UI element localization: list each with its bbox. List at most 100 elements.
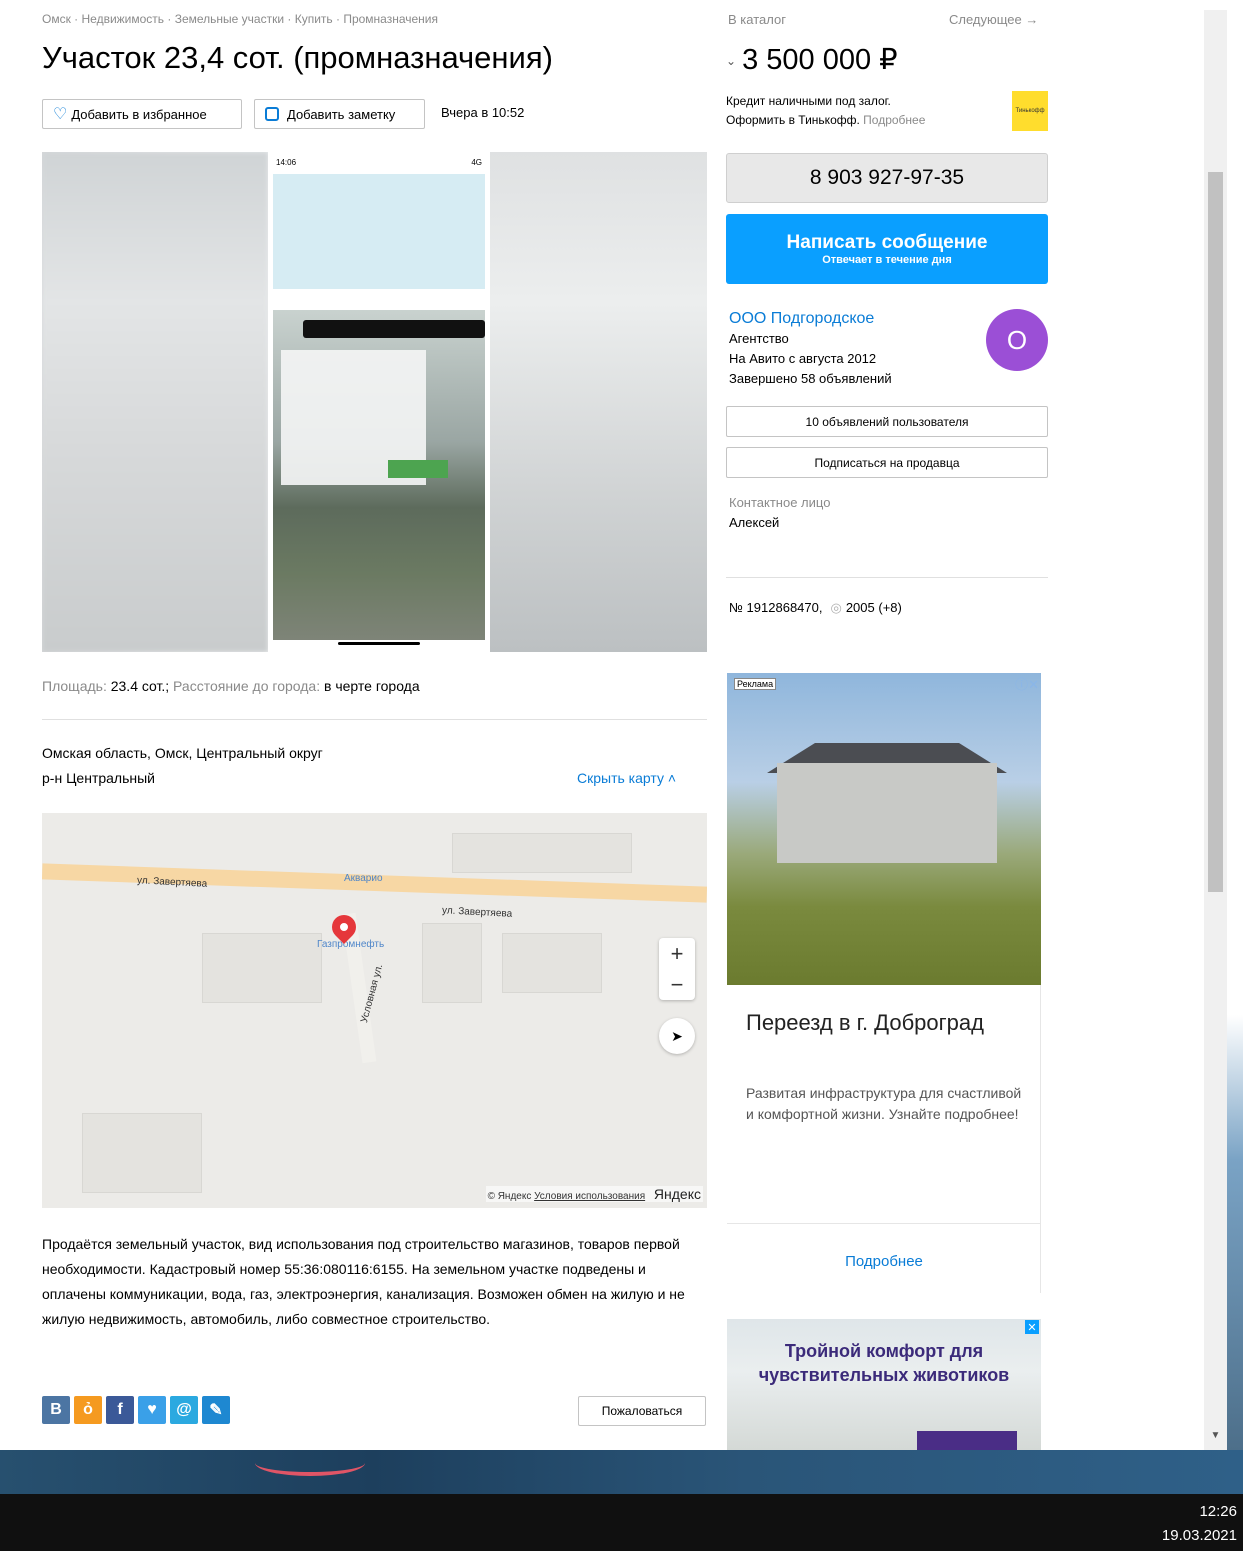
scrollbar[interactable]: ▼ <box>1204 10 1227 1450</box>
address-line-1: Омская область, Омск, Центральный округ <box>42 745 323 761</box>
ad-badge: Реклама <box>734 678 777 690</box>
desktop-swoosh <box>255 1450 365 1476</box>
user-ads-button[interactable]: 10 объявлений пользователя <box>726 406 1048 437</box>
credit-offer[interactable]: Кредит наличными под залог. Оформить в Т… <box>726 92 925 130</box>
ad2-product-image <box>917 1431 1017 1450</box>
gallery-blur-left <box>42 152 268 652</box>
credit-line-2: Оформить в Тинькофф. <box>726 113 860 127</box>
zoom-in-button[interactable]: + <box>671 941 684 967</box>
mail-share-button[interactable]: @ <box>170 1396 198 1424</box>
gallery-main-photo[interactable]: 14:06 4G <box>268 152 490 652</box>
ad-title[interactable]: Переезд в г. Доброград <box>746 1006 1026 1040</box>
facebook-share-button[interactable]: f <box>106 1396 134 1424</box>
write-message-button[interactable]: Написать сообщение Отвечает в течение дн… <box>726 214 1048 284</box>
map-building <box>502 933 602 993</box>
map-zoom-control[interactable]: + − <box>659 938 695 1000</box>
vk-share-button[interactable]: В <box>42 1396 70 1424</box>
yandex-map[interactable]: ул. Завертяева ул. Завертяева Условная у… <box>42 813 707 1208</box>
add-note-label: Добавить заметку <box>287 106 396 122</box>
distance-label: Расстояние до города: <box>173 678 321 694</box>
desktop-edge <box>1227 0 1243 1450</box>
desktop-background <box>0 1450 1243 1494</box>
photo-gallery[interactable]: 14:06 4G <box>42 152 707 652</box>
chevron-down-icon[interactable]: ⌄ <box>726 54 736 68</box>
catalog-link[interactable]: В каталог <box>728 12 786 27</box>
yandex-logo[interactable]: Яндекс <box>654 1186 701 1202</box>
show-phone-button[interactable]: 8 903 927-97-35 <box>726 153 1048 203</box>
credit-more-link[interactable]: Подробнее <box>863 113 925 127</box>
map-building <box>202 933 322 1003</box>
map-poi-label[interactable]: Газпромнефть <box>317 939 384 950</box>
phone-toolbar <box>303 320 485 338</box>
phone-info-panel <box>273 174 485 289</box>
ad2-title[interactable]: Тройной комфорт для чувствительных живот… <box>727 1339 1041 1387</box>
phone-green-button <box>388 460 448 478</box>
contact-person-label: Контактное лицо <box>729 495 831 510</box>
clock-date: 19.03.2021 <box>1161 1527 1237 1544</box>
area-value: 23.4 сот. <box>110 678 166 694</box>
ad2-close-icon[interactable]: ✕ <box>1025 1320 1039 1334</box>
taskbar-clock[interactable]: 12:26 19.03.2021 <box>1162 1500 1237 1548</box>
complain-button[interactable]: Пожаловаться <box>578 1396 706 1426</box>
ad-text: Развитая инфраструктура для счастливой и… <box>746 1085 1022 1122</box>
contact-person-name: Алексей <box>729 515 780 530</box>
map-building <box>452 833 632 873</box>
phone-status-bar: 14:06 4G <box>268 152 490 172</box>
ad-number: № 1912868470, ◎ 2005 (+8) <box>729 600 902 616</box>
phone-time: 14:06 <box>276 158 297 167</box>
ad-house <box>777 763 997 863</box>
breadcrumb[interactable]: Омск · Недвижимость · Земельные участки … <box>42 12 438 26</box>
scroll-down-icon[interactable]: ▼ <box>1204 1425 1227 1445</box>
add-favorite-label: Добавить в избранное <box>71 106 207 122</box>
subscribe-seller-button[interactable]: Подписаться на продавца <box>726 447 1048 478</box>
locate-icon[interactable]: ➤ <box>659 1018 695 1054</box>
divider <box>727 1223 1041 1224</box>
divider <box>726 577 1048 578</box>
map-copyright: © Яндекс Условия использования Яндекс <box>485 1186 703 1202</box>
area-label: Площадь: <box>42 678 107 694</box>
seller-name-link[interactable]: ООО Подгородское <box>729 310 874 328</box>
divider <box>42 719 707 720</box>
lj-icon[interactable]: ✎ <box>202 1396 230 1424</box>
views-count: 2005 (+8) <box>845 600 902 615</box>
heart-icon: ♡ <box>53 106 68 123</box>
map-street-label: ул. Завертяева <box>136 875 208 890</box>
taskbar <box>0 1494 1243 1551</box>
eye-icon: ◎ <box>830 600 842 615</box>
add-favorite-button[interactable]: ♡ Добавить в избранное <box>42 99 242 129</box>
ad-number-value: № 1912868470, <box>729 600 823 615</box>
clock-time: 12:26 <box>1199 1503 1237 1520</box>
gallery-blur-right <box>489 152 707 652</box>
hide-map-link[interactable]: Скрыть карту ˄ <box>577 770 676 786</box>
note-icon <box>265 107 279 121</box>
phone-signal: 4G <box>471 158 482 167</box>
avatar[interactable]: О <box>986 309 1048 371</box>
ok-icon[interactable]: ỏ <box>74 1396 102 1424</box>
next-link[interactable]: Следующее → <box>949 12 1038 27</box>
seller-completed-ads: Завершено 58 объявлений <box>729 371 892 386</box>
seller-since: На Авито с августа 2012 <box>729 351 877 366</box>
map-building <box>422 923 482 1003</box>
scrollbar-thumb[interactable] <box>1208 172 1223 892</box>
advertisement-block-2[interactable]: Тройной комфорт для чувствительных живот… <box>727 1319 1041 1450</box>
map-street-label: ул. Завертяева <box>441 905 513 920</box>
zoom-out-button[interactable]: − <box>671 972 684 998</box>
share-buttons: В ỏ f ♥ @ ✎ <box>42 1396 230 1424</box>
phone-home-indicator <box>338 642 420 645</box>
price-value: 3 500 000 ₽ <box>742 44 898 76</box>
add-note-button[interactable]: Добавить заметку <box>254 99 425 129</box>
tinkoff-logo[interactable]: Тинькофф <box>1012 91 1048 131</box>
ad-more-link[interactable]: Подробнее <box>727 1253 1041 1270</box>
advertisement-block[interactable]: Реклама ⓘ✕ Переезд в г. Доброград Развит… <box>727 673 1041 1293</box>
price[interactable]: ⌄ 3 500 000 ₽ <box>726 42 898 77</box>
ad-close-icon[interactable]: ⓘ✕ <box>1015 674 1039 693</box>
response-time-label: Отвечает в течение дня <box>822 254 952 266</box>
phone-map-screenshot <box>273 310 485 640</box>
map-poi-label[interactable]: Акварио <box>344 873 383 884</box>
map-terms-link[interactable]: Условия использования <box>534 1191 645 1202</box>
distance-value: в черте города <box>324 678 420 694</box>
address-line-2: р-н Центральный <box>42 770 156 786</box>
ad-image[interactable]: Реклама ⓘ✕ <box>727 673 1041 985</box>
params-line: Площадь: 23.4 сот.; Расстояние до города… <box>42 678 420 694</box>
twitter-icon[interactable]: ♥ <box>138 1396 166 1424</box>
